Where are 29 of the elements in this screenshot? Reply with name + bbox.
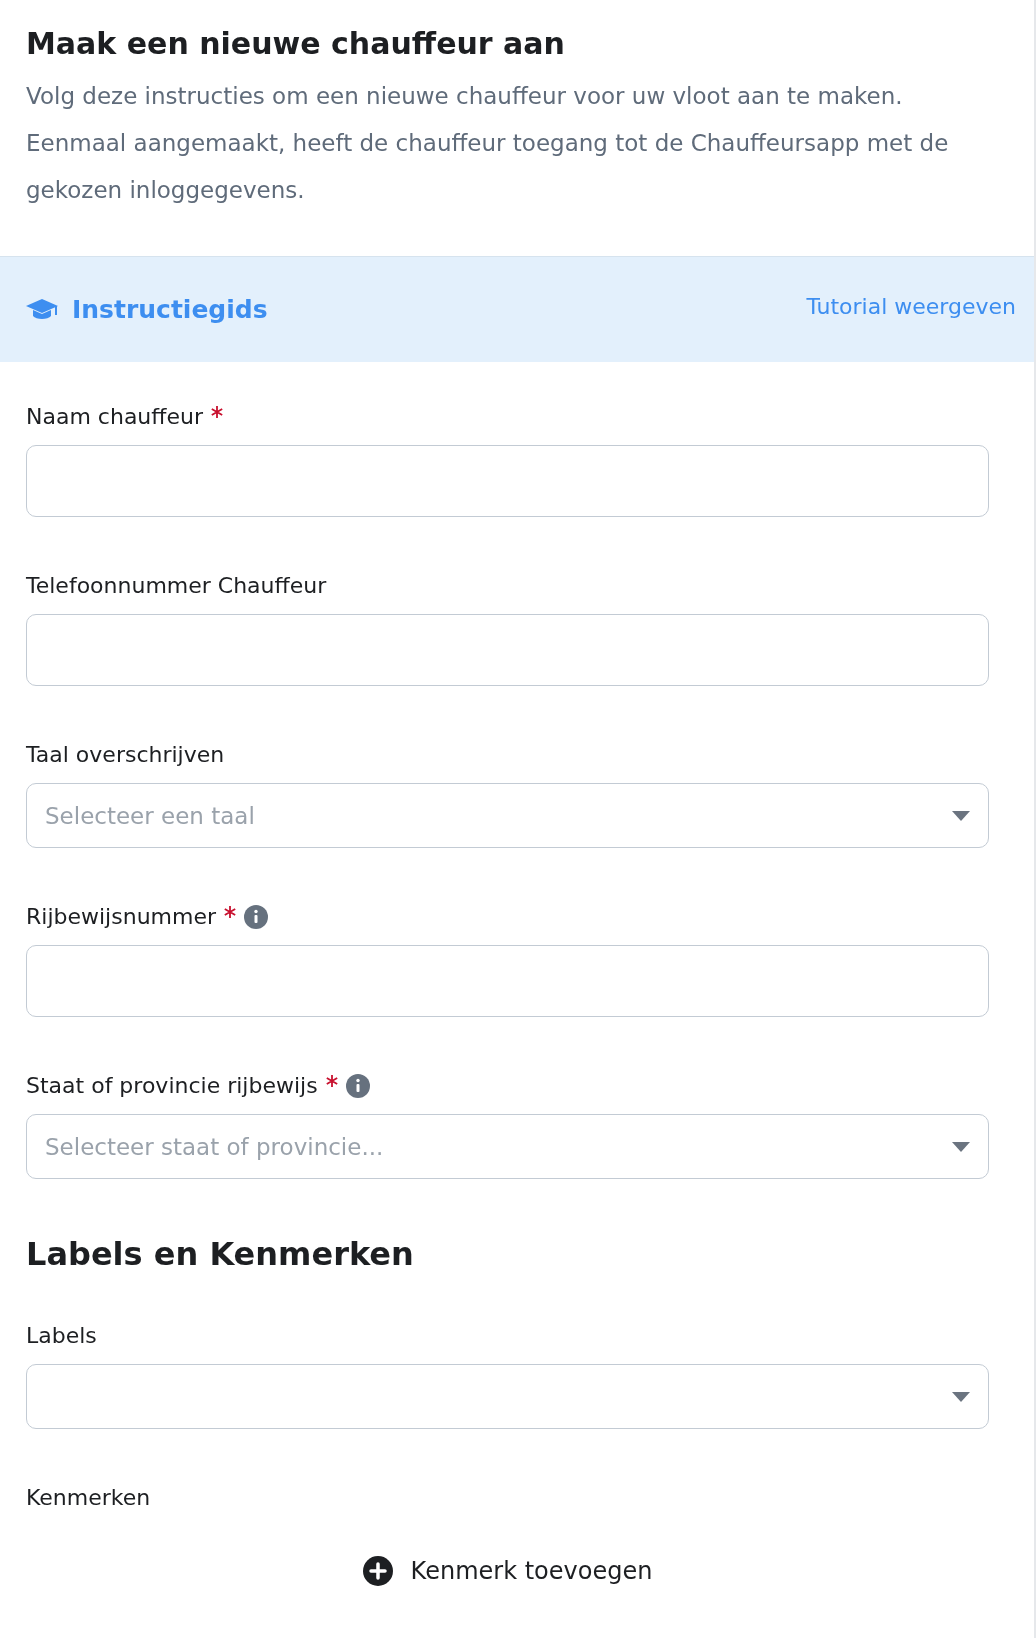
add-feature-button[interactable]: Kenmerk toevoegen [358, 1552, 657, 1590]
field-label: Labels [26, 1323, 97, 1348]
graduation-cap-icon [26, 298, 58, 321]
tutorial-link[interactable]: Tutorial weergeven [806, 294, 1016, 319]
field-label: Kenmerken [26, 1485, 151, 1510]
field-label: Staat of provincie rijbewijs [26, 1073, 318, 1098]
plus-icon [362, 1556, 393, 1586]
page-title: Maak een nieuwe chauffeur aan [26, 26, 566, 61]
select-field[interactable]: Selecteer een taal [26, 783, 989, 848]
select-field[interactable]: Selecteer staat of provincie... [26, 1114, 989, 1179]
caret-icon [952, 810, 970, 821]
asterisk-icon [224, 906, 237, 918]
guide-title: Instructiegids [72, 295, 268, 324]
text-field[interactable] [26, 614, 989, 686]
caret-icon [952, 1141, 970, 1152]
field-label: Taal overschrijven [26, 742, 225, 767]
info-icon[interactable] [345, 1073, 370, 1098]
text-field[interactable] [26, 945, 989, 1017]
asterisk-icon [325, 1075, 338, 1087]
field-label: Telefoonnummer Chauffeur [26, 573, 327, 598]
asterisk-icon [211, 406, 223, 418]
section-heading: Labels en Kenmerken [26, 1235, 415, 1273]
field-label: Naam chauffeur [26, 404, 203, 429]
select-field[interactable] [26, 1364, 989, 1429]
text-field[interactable] [26, 445, 989, 517]
caret-icon [952, 1391, 970, 1402]
field-label: Rijbewijsnummer [26, 904, 217, 929]
info-icon[interactable] [244, 904, 269, 929]
page-description: Volg deze instructies om een nieuwe chauffeur voor uw vloot aan te maken. Eenmaal aangemaakt, heeft de chauffeur toegang tot de Chauffeursapp met de gekozen inloggegevens. [26, 82, 950, 205]
